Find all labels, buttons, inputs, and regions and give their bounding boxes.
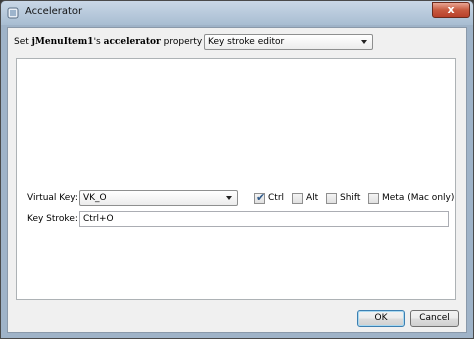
- ctrl-label: Ctrl: [268, 193, 285, 203]
- app-window-icon: [7, 7, 19, 19]
- shift-label: Shift: [340, 193, 361, 203]
- close-icon: x: [447, 3, 455, 16]
- cancel-button[interactable]: Cancel: [410, 310, 459, 327]
- virtual-key-value: VK_O: [83, 193, 107, 203]
- key-stroke-value: Ctrl+O: [83, 214, 114, 224]
- accelerator-dialog: Accelerator x Set jMenuItem1's accelerat…: [0, 0, 474, 339]
- alt-checkbox[interactable]: [292, 193, 303, 204]
- prompt-prefix: Set: [14, 37, 29, 47]
- key-stroke-label: Key Stroke:: [27, 214, 78, 224]
- meta-checkbox[interactable]: [368, 193, 379, 204]
- dialog-content: Set jMenuItem1's accelerator property us…: [7, 27, 467, 333]
- chevron-down-icon: [226, 196, 232, 200]
- possessive: 's: [93, 37, 101, 47]
- virtual-key-label: Virtual Key:: [27, 193, 78, 203]
- chevron-down-icon: [361, 40, 367, 44]
- property-editor-prompt: Set jMenuItem1's accelerator property us…: [14, 37, 232, 47]
- alt-label: Alt: [306, 193, 319, 203]
- shift-checkbox[interactable]: [326, 193, 337, 204]
- editor-type-select[interactable]: Key stroke editor: [204, 34, 373, 50]
- key-stroke-editor-panel: Virtual Key: VK_O ✔ Ctrl Alt Shift Meta …: [16, 58, 456, 300]
- checkmark-icon: ✔: [256, 191, 266, 204]
- property-name: accelerator: [103, 37, 161, 47]
- editor-type-value: Key stroke editor: [208, 37, 285, 47]
- virtual-key-select[interactable]: VK_O: [79, 190, 238, 206]
- ok-button-label: OK: [374, 313, 388, 323]
- title-bar[interactable]: Accelerator x: [1, 1, 473, 25]
- component-name: jMenuItem1: [31, 37, 94, 47]
- key-stroke-field[interactable]: Ctrl+O: [79, 211, 449, 227]
- close-button[interactable]: x: [432, 2, 470, 18]
- ctrl-checkbox[interactable]: ✔: [254, 191, 266, 204]
- window-title: Accelerator: [25, 6, 83, 17]
- ok-button[interactable]: OK: [357, 310, 405, 327]
- cancel-button-label: Cancel: [419, 313, 450, 323]
- meta-label: Meta (Mac only): [382, 193, 455, 203]
